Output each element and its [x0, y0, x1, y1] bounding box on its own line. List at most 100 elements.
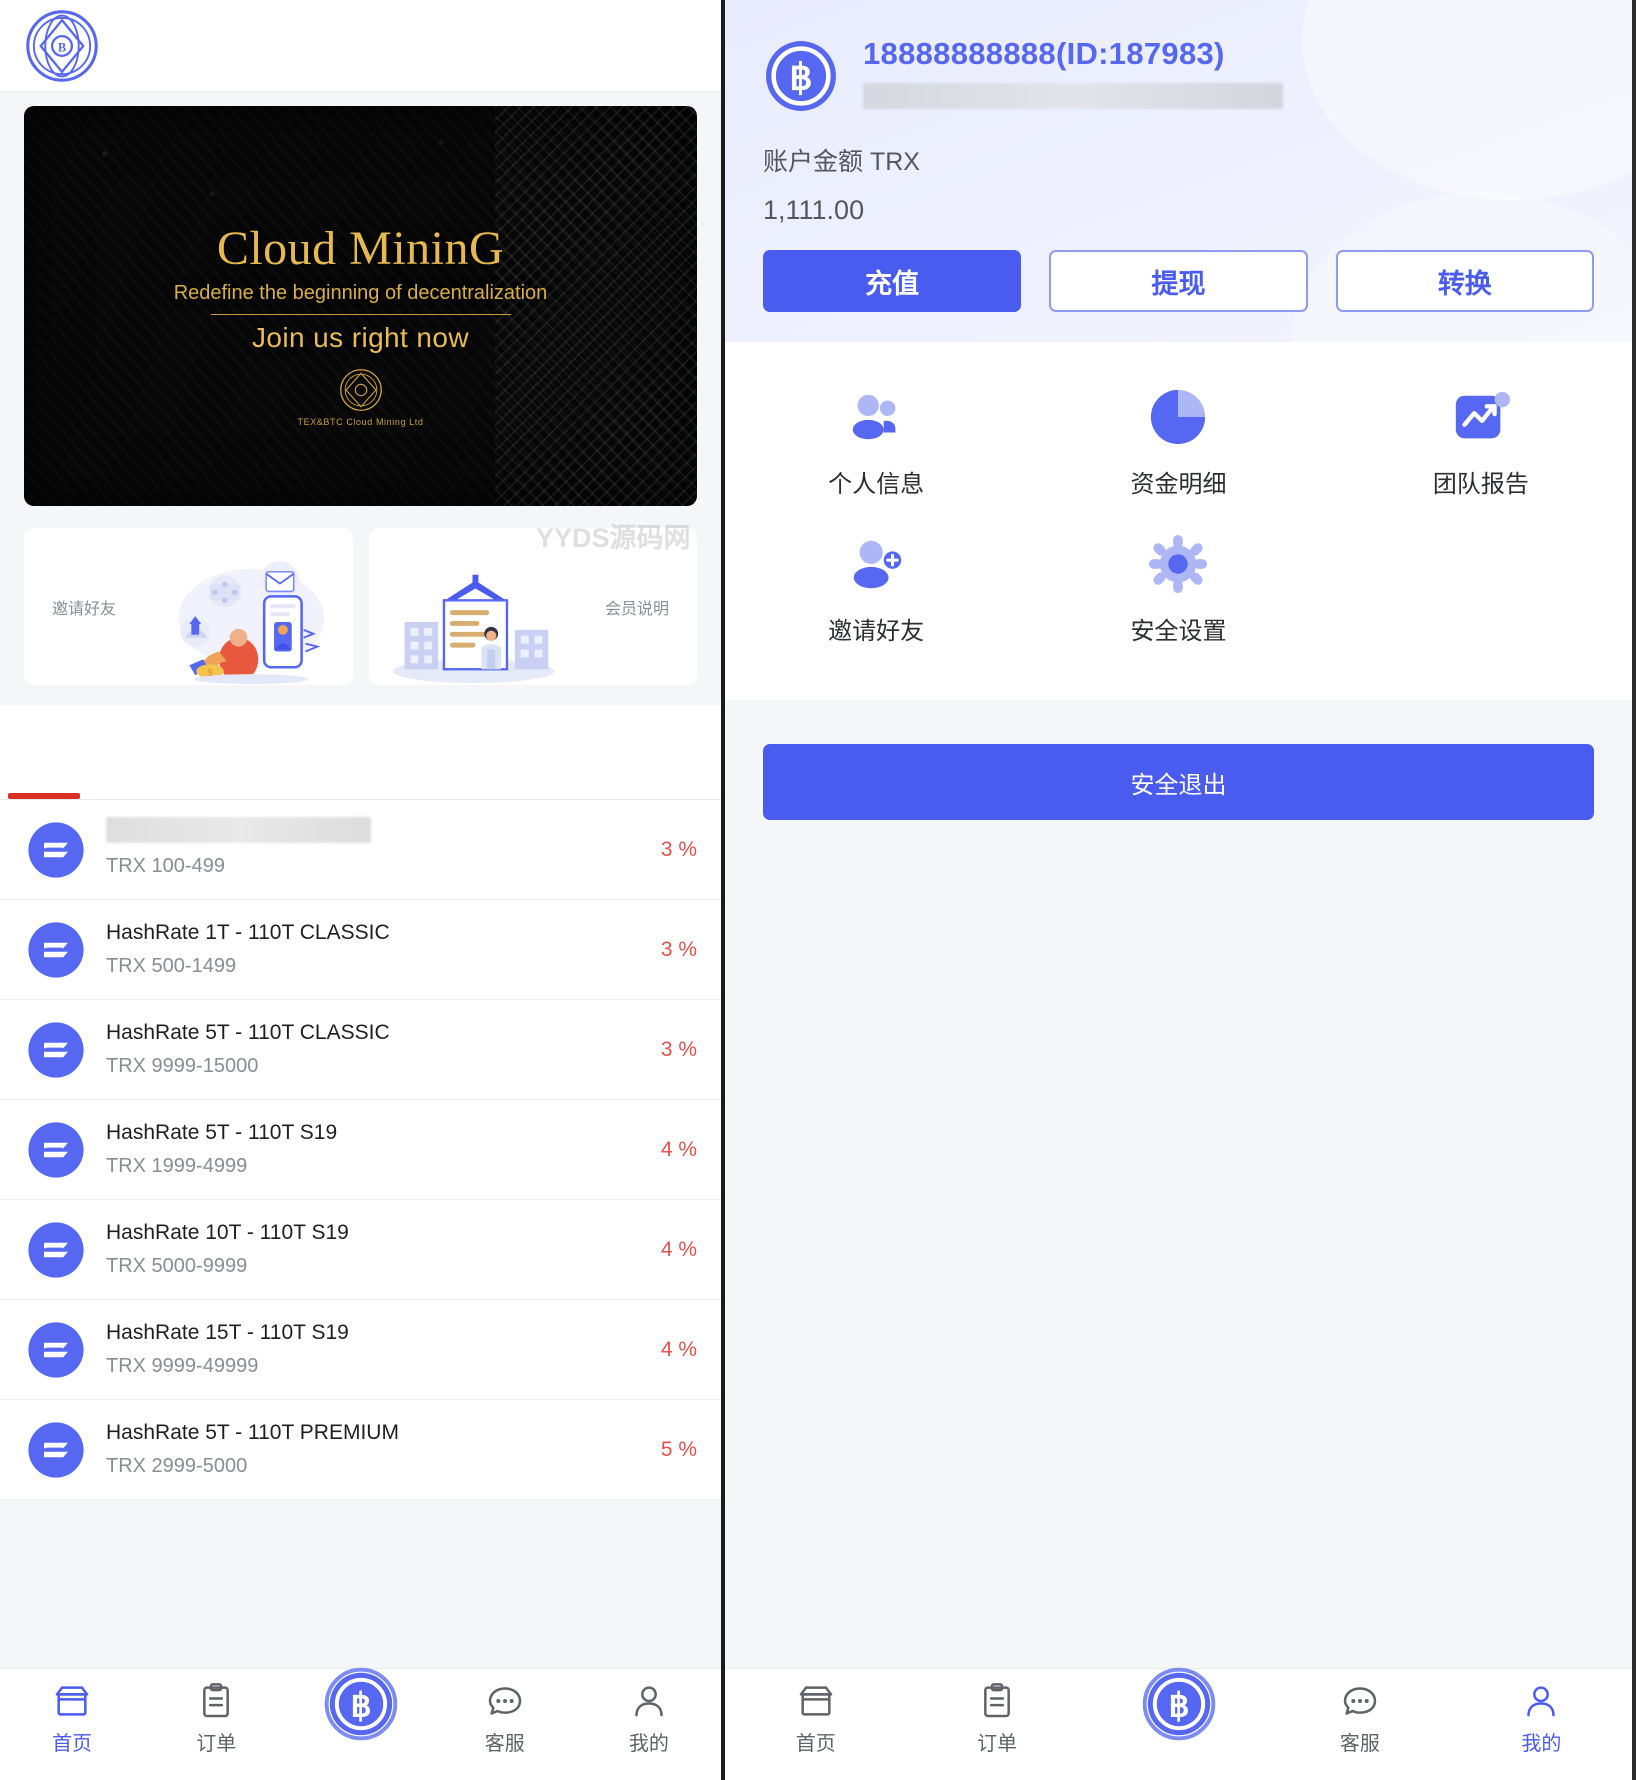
nav-item-label: 首页 — [52, 1733, 93, 1755]
membership-guide-illustration — [392, 574, 554, 684]
nav-item-label: 客服 — [1339, 1733, 1380, 1755]
account-action-button-0[interactable]: 充值 — [763, 250, 1022, 312]
product-title — [106, 817, 371, 843]
feature-label: 邀请好友 — [828, 618, 925, 645]
gold-emblem-icon — [339, 369, 382, 411]
product-title: HashRate 5T - 110T CLASSIC — [106, 1020, 390, 1044]
active-tab-indicator — [0, 793, 721, 799]
promo-card-invite-friends[interactable]: 邀请好友 $ — [24, 528, 353, 685]
product-rate: 3 % — [660, 837, 697, 861]
etc-coin-icon — [28, 921, 84, 978]
table-row[interactable]: TRX 100-499 3 % — [0, 800, 721, 900]
table-row[interactable]: HashRate 15T - 110T S19 TRX 9999-49999 4… — [0, 1300, 721, 1400]
nav-item-首页[interactable]: 首页 — [0, 1681, 144, 1756]
user-profile-icon — [1527, 1686, 1556, 1717]
cloud-mining-banner[interactable]: Cloud MininG Redefine the beginning of d… — [24, 106, 697, 506]
svg-text:฿: ฿ — [350, 1686, 371, 1723]
etc-coin-icon — [28, 1221, 84, 1278]
table-row[interactable]: HashRate 5T - 110T CLASSIC TRX 9999-1500… — [0, 1000, 721, 1100]
promo-card-membership[interactable]: 会员说明 — [368, 528, 697, 685]
user-plus-icon — [853, 540, 902, 589]
nav-item-我的[interactable]: 我的 — [577, 1681, 721, 1756]
product-range: TRX 2999-5000 — [106, 1455, 248, 1478]
nav-item-客服[interactable]: 客服 — [433, 1681, 577, 1756]
nav-item-label: 订单 — [977, 1733, 1018, 1755]
bitcoin-center-icon: ฿ — [324, 1667, 397, 1741]
banner-divider — [210, 314, 511, 315]
product-rate: 4 % — [660, 1337, 697, 1361]
nav-item-label: 我的 — [1521, 1733, 1562, 1755]
feature-chart-line-card[interactable]: 团队报告 — [1330, 372, 1632, 513]
etc-coin-icon — [28, 1121, 84, 1178]
orders-clipboard-icon — [984, 1683, 1011, 1718]
nav-item-首页[interactable]: 首页 — [725, 1681, 906, 1756]
table-row[interactable]: HashRate 5T - 110T S19 TRX 1999-4999 4 % — [0, 1100, 721, 1200]
wallet-address-redacted — [863, 83, 1283, 109]
product-list-panel: TRX 100-499 3 % HashRate 1T - 110T CLASS… — [0, 705, 721, 1500]
product-list-header — [0, 705, 721, 793]
product-range: TRX 100-499 — [106, 855, 225, 877]
product-text: HashRate 5T - 110T S19 TRX 1999-4999 — [86, 1117, 661, 1183]
svg-text:฿: ฿ — [789, 57, 812, 98]
banner-title: Cloud MininG — [216, 222, 505, 275]
product-range: TRX 1999-4999 — [106, 1155, 248, 1178]
product-range: TRX 9999-15000 — [106, 1055, 259, 1078]
feature-users[interactable]: 个人信息 — [725, 372, 1027, 513]
nav-item-center[interactable]: ฿ — [288, 1667, 432, 1743]
banner-cta: Join us right now — [252, 322, 469, 353]
home-screen: B Cloud MininG Redefine the beginning of… — [0, 0, 725, 1780]
feature-label: 个人信息 — [828, 471, 925, 498]
account-header: ฿ 18888888888(ID:187983) 账户金额 TRX 1,111.… — [725, 0, 1632, 342]
product-text: HashRate 15T - 110T S19 TRX 9999-49999 — [86, 1317, 661, 1383]
logout-button[interactable]: 安全退出 — [763, 744, 1594, 820]
feature-user-plus[interactable]: 邀请好友 — [725, 519, 1027, 660]
promo-banner-wrap: Cloud MininG Redefine the beginning of d… — [0, 92, 721, 506]
invite-friends-illustration: $ — [178, 560, 324, 685]
feature-gear[interactable]: 安全设置 — [1027, 519, 1329, 660]
brand-diamond-logo-icon: B — [26, 9, 98, 82]
account-action-buttons: 充值 提现 转换 — [763, 250, 1594, 312]
product-rate: 3 % — [660, 1037, 697, 1061]
product-range: TRX 5000-9999 — [106, 1255, 248, 1278]
banner-subtitle: Redefine the beginning of decentralizati… — [173, 282, 548, 304]
account-action-button-1[interactable]: 提现 — [1049, 250, 1308, 312]
user-profile-icon — [635, 1686, 663, 1717]
feature-label: 安全设置 — [1130, 618, 1227, 645]
table-row[interactable]: HashRate 5T - 110T PREMIUM TRX 2999-5000… — [0, 1400, 721, 1500]
bitcoin-avatar-icon: ฿ — [766, 41, 836, 111]
nav-item-订单[interactable]: 订单 — [906, 1681, 1087, 1756]
home-store-icon — [799, 1686, 832, 1716]
product-rate: 3 % — [660, 937, 697, 961]
bottom-navigation-profile[interactable]: 首页 订单 ฿ 客服 我的 — [725, 1667, 1632, 1780]
etc-coin-icon — [28, 1021, 84, 1078]
product-rate: 4 % — [660, 1137, 697, 1161]
promo-card-label: 会员说明 — [604, 600, 669, 618]
users-icon — [852, 394, 896, 440]
table-row[interactable]: HashRate 10T - 110T S19 TRX 5000-9999 4 … — [0, 1200, 721, 1300]
bitcoin-center-icon: ฿ — [1142, 1667, 1215, 1741]
nav-item-label: 我的 — [628, 1733, 669, 1755]
bottom-navigation-home[interactable]: 首页 订单 ฿ 客服 我的 — [0, 1667, 721, 1780]
balance-value: 1,111.00 — [763, 195, 865, 225]
profile-screen: ฿ 18888888888(ID:187983) 账户金额 TRX 1,111.… — [725, 0, 1632, 1780]
product-title: HashRate 5T - 110T S19 — [106, 1120, 338, 1144]
product-rows: TRX 100-499 3 % HashRate 1T - 110T CLASS… — [0, 800, 721, 1500]
product-text: HashRate 1T - 110T CLASSIC TRX 500-1499 — [86, 917, 661, 983]
feature-pie-chart[interactable]: 资金明细 — [1027, 372, 1329, 513]
svg-text:฿: ฿ — [1168, 1686, 1189, 1723]
pie-chart-icon — [1151, 389, 1206, 445]
nav-item-订单[interactable]: 订单 — [144, 1681, 288, 1756]
nav-item-center[interactable]: ฿ — [1088, 1667, 1269, 1743]
promo-card-row: 邀请好友 $ 会员说明 — [0, 506, 721, 705]
product-title: HashRate 15T - 110T S19 — [106, 1320, 349, 1344]
feature-label: 团队报告 — [1432, 471, 1529, 498]
product-text: TRX 100-499 — [86, 817, 661, 882]
nav-item-我的[interactable]: 我的 — [1451, 1681, 1632, 1756]
product-text: HashRate 5T - 110T CLASSIC TRX 9999-1500… — [86, 1017, 661, 1083]
table-row[interactable]: HashRate 1T - 110T CLASSIC TRX 500-1499 … — [0, 900, 721, 1000]
product-rate: 4 % — [660, 1237, 697, 1261]
nav-item-客服[interactable]: 客服 — [1269, 1681, 1450, 1756]
orders-clipboard-icon — [203, 1683, 230, 1718]
account-action-button-2[interactable]: 转换 — [1335, 250, 1594, 312]
nav-item-label: 首页 — [795, 1733, 836, 1755]
